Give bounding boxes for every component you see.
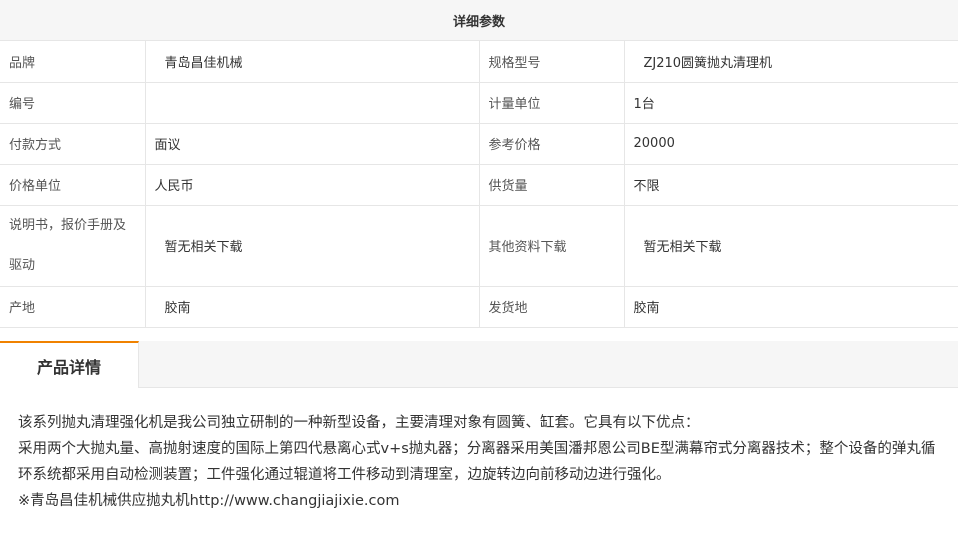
download-link[interactable]: 暂无相关下载 [624,205,958,287]
table-row: 产地 胶南 发货地 胶南 [0,286,958,328]
description-paragraph: 采用两个大抛丸量、高抛射速度的国际上第四代悬离心式v+s抛丸器；分离器采用美国潘… [18,441,936,483]
param-key: 产地 [0,286,146,328]
param-value: 胶南 [624,286,958,328]
param-value: 青岛昌佳机械 [145,41,480,83]
param-key: 其他资料下载 [479,205,625,287]
param-value: 面议 [145,123,480,165]
param-key: 付款方式 [0,123,146,165]
param-value [145,82,480,124]
param-key: 供货量 [479,164,625,206]
table-row: 品牌 青岛昌佳机械 规格型号 ZJ210圆簧抛丸清理机 [0,41,958,83]
param-key-cell: 说明书，报价手册及驱动 [0,205,146,287]
param-value: 人民币 [145,164,480,206]
product-description: 该系列抛丸清理强化机是我公司独立研制的一种新型设备，主要清理对象有圆簧、缸套。它… [18,410,943,514]
param-key: 参考价格 [479,123,625,165]
params-title: 详细参数 [0,0,958,41]
param-key: 编号 [0,82,146,124]
tab-product-detail[interactable]: 产品详情 [0,341,139,388]
param-key: 品牌 [0,41,146,83]
param-value: 1台 [624,82,958,124]
detail-tab-bar: 产品详情 [0,341,958,388]
description-paragraph: ※青岛昌佳机械供应抛丸机http://www.changjiajixie.com [18,493,400,509]
param-value: 20000 [624,123,958,165]
table-row: 付款方式 面议 参考价格 20000 [0,123,958,165]
param-value: 不限 [624,164,958,206]
download-link[interactable]: 暂无相关下载 [145,205,480,287]
table-row: 价格单位 人民币 供货量 不限 [0,164,958,206]
param-key: 计量单位 [479,82,625,124]
param-key: 价格单位 [0,164,146,206]
params-section: 详细参数 品牌 青岛昌佳机械 规格型号 ZJ210圆簧抛丸清理机 编号 计量单位… [0,0,958,328]
param-value: ZJ210圆簧抛丸清理机 [624,41,958,83]
params-table: 品牌 青岛昌佳机械 规格型号 ZJ210圆簧抛丸清理机 编号 计量单位 1台 付… [0,41,958,328]
param-key: 规格型号 [479,41,625,83]
table-row: 编号 计量单位 1台 [0,82,958,124]
param-value: 胶南 [145,286,480,328]
table-row: 说明书，报价手册及驱动 暂无相关下载 其他资料下载 暂无相关下载 [0,205,958,287]
param-key: 发货地 [479,286,625,328]
description-paragraph: 该系列抛丸清理强化机是我公司独立研制的一种新型设备，主要清理对象有圆簧、缸套。它… [18,415,700,431]
param-key: 说明书，报价手册及驱动 [9,217,127,273]
